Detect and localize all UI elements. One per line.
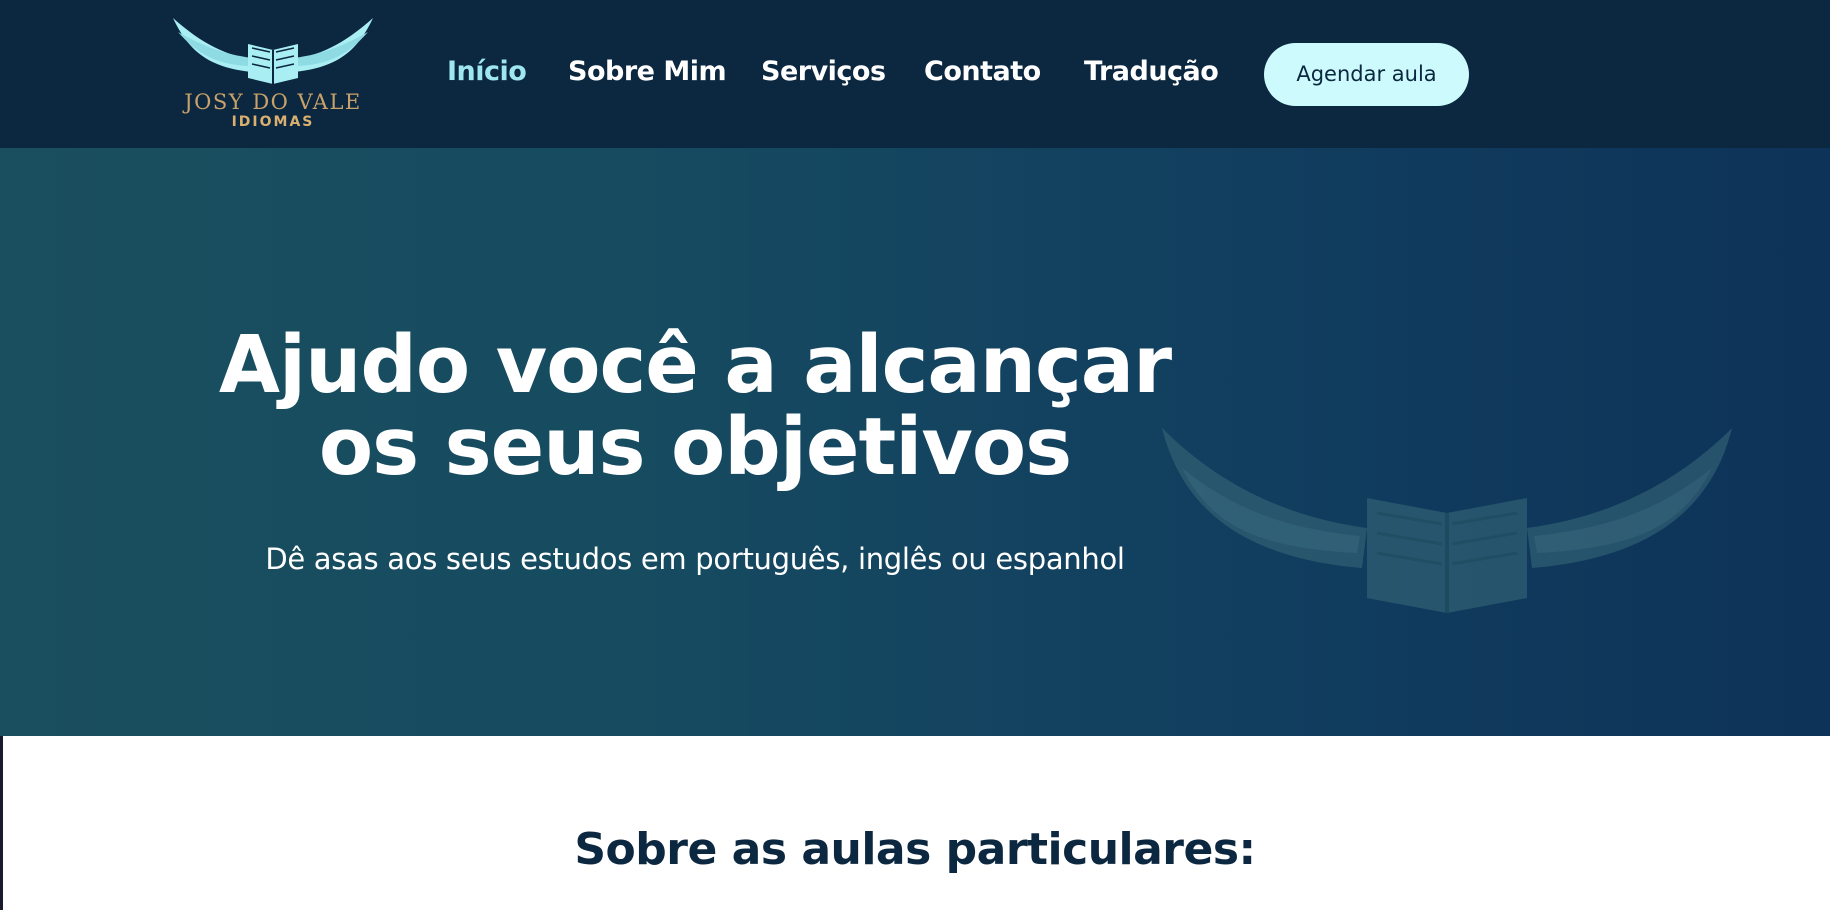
nav-traducao[interactable]: Tradução — [1084, 56, 1219, 87]
winged-book-icon — [1162, 428, 1732, 613]
logo[interactable]: JOSY DO VALE IDIOMAS — [168, 10, 378, 132]
winged-book-icon — [173, 18, 373, 84]
site-header: JOSY DO VALE IDIOMAS Início Sobre Mim Se… — [0, 0, 1830, 148]
section-title: Sobre as aulas particulares: — [574, 824, 1256, 875]
logo-subtitle: IDIOMAS — [231, 114, 315, 130]
nav-sobre-mim[interactable]: Sobre Mim — [568, 56, 727, 87]
hero-title-line-2: os seus objetivos — [318, 401, 1072, 493]
hero-subtitle: Dê asas aos seus estudos em português, i… — [265, 542, 1125, 576]
nav-inicio[interactable]: Início — [447, 56, 527, 87]
logo-name: JOSY DO VALE — [184, 90, 362, 114]
nav-contato[interactable]: Contato — [924, 56, 1041, 87]
nav-servicos[interactable]: Serviços — [761, 56, 886, 87]
hero-section: Ajudo você a alcançar os seus objetivos … — [0, 148, 1830, 736]
schedule-class-button[interactable]: Agendar aula — [1264, 43, 1469, 106]
hero-title: Ajudo você a alcançar os seus objetivos — [190, 324, 1200, 488]
hero-title-line-1: Ajudo você a alcançar — [218, 319, 1172, 411]
